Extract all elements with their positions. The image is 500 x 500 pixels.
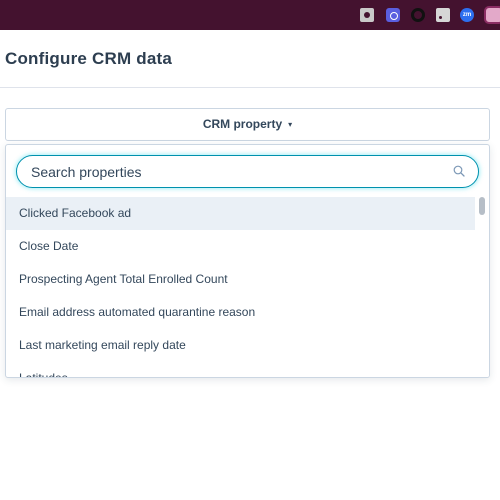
search-input[interactable]: [31, 163, 431, 181]
scrollbar-track[interactable]: [475, 197, 489, 377]
list-item[interactable]: Last marketing email reply date: [6, 329, 476, 362]
list-item[interactable]: Email address automated quarantine reaso…: [6, 296, 476, 329]
chevron-down-icon: ▾: [288, 120, 293, 129]
page-title: Configure CRM data: [5, 49, 172, 68]
browser-toolbar: zm: [0, 0, 500, 30]
search-field[interactable]: [16, 155, 479, 188]
crm-property-button[interactable]: CRM property ▾: [5, 108, 490, 141]
list-item[interactable]: Prospecting Agent Total Enrolled Count: [6, 263, 476, 296]
crm-property-label: CRM property: [202, 117, 283, 131]
zoom-icon[interactable]: zm: [460, 8, 474, 22]
list-item[interactable]: Close Date: [6, 230, 476, 263]
property-dropdown: Clicked Facebook ad Close Date Prospecti…: [5, 144, 490, 378]
profile-icon[interactable]: [484, 6, 500, 24]
gear-extension-icon[interactable]: [386, 8, 400, 22]
list-item[interactable]: Latitudes: [6, 362, 476, 377]
circle-extension-icon[interactable]: [411, 8, 425, 22]
rss-icon[interactable]: [436, 8, 450, 22]
camera-icon[interactable]: [360, 8, 374, 22]
divider: [0, 87, 500, 88]
scrollbar-thumb[interactable]: [479, 197, 485, 215]
property-list: Clicked Facebook ad Close Date Prospecti…: [6, 197, 476, 377]
search-icon[interactable]: [453, 165, 465, 177]
list-item[interactable]: Clicked Facebook ad: [6, 197, 476, 230]
